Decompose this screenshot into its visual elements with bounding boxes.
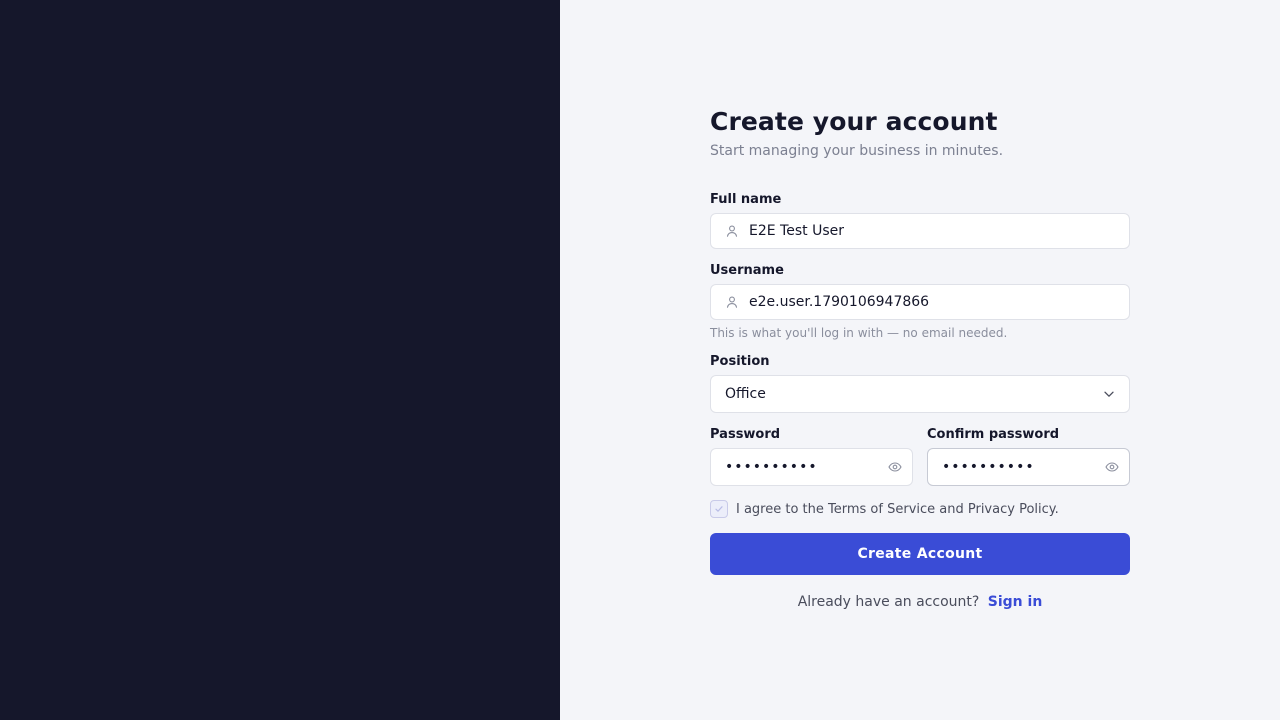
password-input[interactable]: •••••••••• bbox=[710, 448, 913, 486]
user-icon bbox=[725, 295, 739, 309]
create-account-button[interactable]: Create Account bbox=[710, 533, 1130, 575]
confirm-password-masked: •••••••••• bbox=[942, 459, 1035, 475]
signup-form: Create your account Start managing your … bbox=[710, 105, 1130, 610]
signin-row: Already have an account? Sign in bbox=[710, 594, 1130, 610]
position-selected: Office bbox=[725, 386, 766, 402]
full-name-value: E2E Test User bbox=[749, 223, 844, 239]
page-subtitle: Start managing your business in minutes. bbox=[710, 143, 1004, 159]
user-icon bbox=[725, 224, 739, 238]
username-label: Username bbox=[710, 263, 784, 278]
password-masked: •••••••••• bbox=[725, 459, 818, 475]
position-select[interactable]: Office bbox=[710, 375, 1130, 413]
page-title: Create your account bbox=[710, 107, 998, 136]
confirm-password-input[interactable]: •••••••••• bbox=[927, 448, 1130, 486]
signup-panel: Create your account Start managing your … bbox=[560, 0, 1280, 720]
password-label: Password bbox=[710, 427, 781, 442]
signin-prompt: Already have an account? bbox=[797, 594, 980, 610]
signin-link[interactable]: Sign in bbox=[988, 594, 1043, 610]
eye-icon[interactable] bbox=[1105, 460, 1119, 474]
terms-checkbox[interactable] bbox=[710, 500, 728, 518]
chevron-down-icon bbox=[1103, 388, 1115, 400]
position-label: Position bbox=[710, 354, 770, 369]
terms-row: I agree to the Terms of Service and Priv… bbox=[710, 500, 1059, 518]
brand-panel bbox=[0, 0, 560, 720]
check-icon bbox=[715, 506, 723, 512]
terms-text: I agree to the Terms of Service and Priv… bbox=[736, 501, 1059, 517]
eye-icon[interactable] bbox=[888, 460, 902, 474]
confirm-password-label: Confirm password bbox=[927, 427, 1060, 442]
full-name-input[interactable]: E2E Test User bbox=[710, 213, 1130, 249]
full-name-label: Full name bbox=[710, 192, 782, 207]
username-value: e2e.user.1790106947866 bbox=[749, 294, 930, 310]
username-input[interactable]: e2e.user.1790106947866 bbox=[710, 284, 1130, 320]
username-hint: This is what you'll log in with — no ema… bbox=[710, 326, 1008, 340]
